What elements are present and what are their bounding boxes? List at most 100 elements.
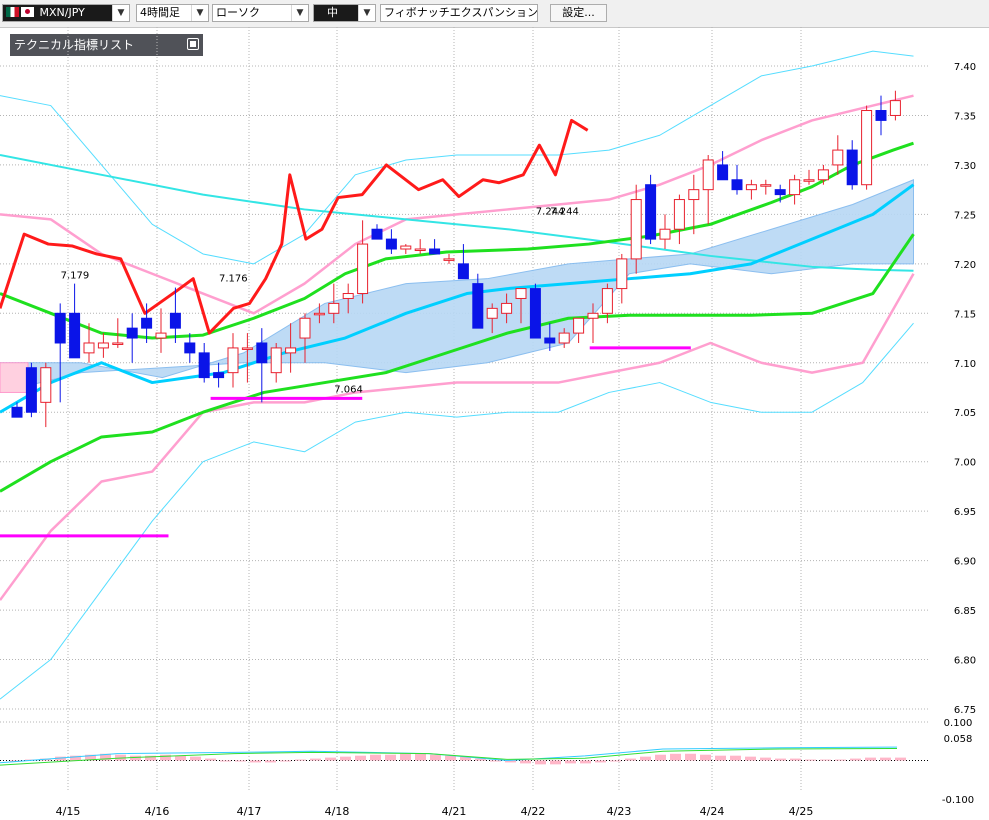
candle-body <box>429 248 441 255</box>
pair-label: MXN/JPY <box>39 6 85 19</box>
candle-body <box>745 184 757 191</box>
histogram-bar <box>535 760 546 765</box>
candle-size-select[interactable]: 中 ▼ <box>313 4 376 22</box>
histogram-bar <box>730 755 741 761</box>
drawing-tool-field[interactable]: フィボナッチエクスパンション <box>380 4 538 22</box>
currency-pair-select[interactable]: MXN/JPY ▼ <box>2 4 130 22</box>
candle-body <box>40 367 52 403</box>
candle-body <box>803 179 815 182</box>
histogram-bar <box>400 753 411 761</box>
candle-body <box>169 312 181 329</box>
candle-body <box>443 258 455 261</box>
candle-body <box>112 342 124 345</box>
price-tick-label: 7.30 <box>954 161 976 172</box>
histogram-bar <box>565 760 576 764</box>
date-tick-label: 4/16 <box>145 805 170 818</box>
oscillator-tick-label: -0.100 <box>942 795 974 806</box>
chart-type-select[interactable]: ローソク ▼ <box>212 4 309 22</box>
chevron-down-icon: ▼ <box>112 5 129 21</box>
candle-body <box>11 406 23 418</box>
histogram-bar <box>340 756 351 761</box>
chart-type-label: ローソク <box>216 6 260 19</box>
histogram-bar <box>445 755 456 761</box>
histogram-bar <box>160 754 171 761</box>
chevron-down-icon: ▼ <box>358 5 375 21</box>
histogram-bar <box>670 753 681 761</box>
price-chart[interactable]: 7.1797.1767.0647.2447.2447.1127.3147.314… <box>0 27 989 820</box>
histogram-bar <box>775 758 786 761</box>
price-label: 7.064 <box>334 384 363 395</box>
date-tick-label: 4/15 <box>56 805 81 818</box>
drawing-tool-label: フィボナッチエクスパンション <box>384 6 538 19</box>
cloud-negative-area <box>0 362 29 393</box>
price-tick-label: 7.40 <box>954 62 976 73</box>
date-tick-label: 4/21 <box>442 805 467 818</box>
candle-body <box>472 283 484 329</box>
chevron-down-icon: ▼ <box>291 5 308 21</box>
histogram-bar <box>580 760 591 764</box>
candle-body <box>731 179 743 191</box>
histogram-bar <box>760 757 771 761</box>
candle-body <box>846 149 858 186</box>
candle-body <box>544 337 556 344</box>
date-tick-label: 4/24 <box>700 805 725 818</box>
price-label: 7.179 <box>61 271 90 282</box>
candle-body <box>270 347 282 374</box>
candle-body <box>141 317 153 329</box>
date-tick-label: 4/17 <box>237 805 262 818</box>
histogram-bar <box>265 760 276 763</box>
price-tick-label: 6.80 <box>954 656 976 667</box>
candle-body <box>645 184 657 240</box>
timeframe-select[interactable]: 4時間足 ▼ <box>136 4 209 22</box>
candle-body <box>342 293 354 299</box>
candle-body <box>659 228 671 240</box>
candle-body <box>702 159 714 191</box>
date-tick-label: 4/23 <box>607 805 632 818</box>
candle-body <box>688 189 700 201</box>
price-tick-label: 6.90 <box>954 557 976 568</box>
candle-body <box>256 342 268 364</box>
histogram-bar <box>175 755 186 761</box>
histogram-bar <box>895 757 906 761</box>
candle-body <box>817 169 829 181</box>
histogram-bar <box>655 754 666 761</box>
histogram-bar <box>205 758 216 761</box>
candle-body <box>616 258 628 290</box>
oscillator-tick-label: 0.100 <box>944 718 973 729</box>
candle-body <box>861 110 873 186</box>
histogram-bar <box>715 755 726 761</box>
mexico-flag-icon <box>6 7 19 17</box>
price-tick-label: 7.15 <box>954 309 976 320</box>
histogram-bar <box>430 754 441 761</box>
candle-body <box>587 312 599 319</box>
oscillator-tick-label: 0.058 <box>944 734 973 745</box>
candle-body <box>529 288 541 339</box>
histogram-bar <box>370 754 381 761</box>
candle-body <box>299 317 311 339</box>
histogram-bar <box>820 759 831 761</box>
candle-body <box>155 332 167 339</box>
candle-body <box>213 372 225 379</box>
candle-body <box>673 199 685 230</box>
histogram-bar <box>610 760 621 762</box>
histogram-bar <box>880 757 891 761</box>
price-tick-label: 7.35 <box>954 111 976 122</box>
histogram-bar <box>745 756 756 761</box>
histogram-bar <box>790 758 801 761</box>
histogram-bar <box>325 757 336 761</box>
candle-body <box>385 238 397 250</box>
histogram-bar <box>310 758 321 761</box>
candle-body <box>789 179 801 196</box>
candle-body <box>400 245 412 250</box>
chart-grid <box>0 27 930 792</box>
oscillator-panel: 0.100 0.058 -0.100 <box>0 718 974 806</box>
settings-button[interactable]: 設定... <box>550 4 607 22</box>
candle-body <box>241 347 253 350</box>
candle-body <box>573 317 585 334</box>
histogram-bar <box>415 753 426 761</box>
histogram-bar <box>385 754 396 761</box>
candle-body <box>515 288 527 299</box>
chevron-down-icon: ▼ <box>191 5 208 21</box>
date-tick-label: 4/22 <box>521 805 546 818</box>
candle-body <box>774 189 786 196</box>
